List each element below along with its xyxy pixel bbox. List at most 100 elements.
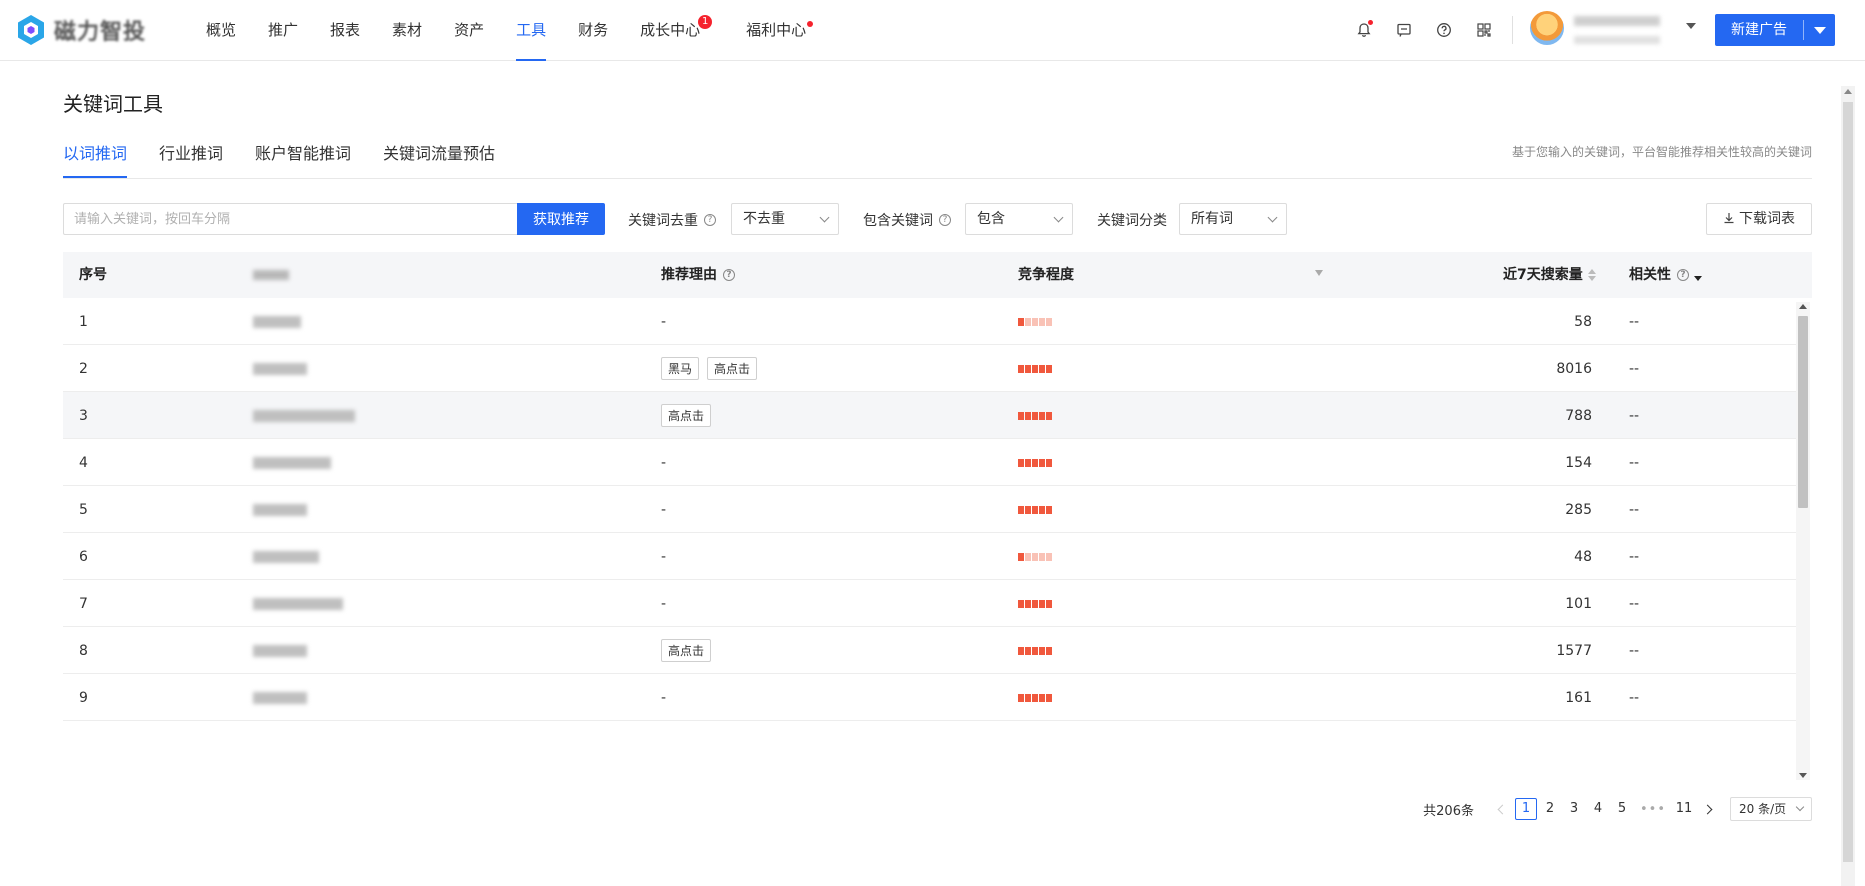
cell-volume: 8016 xyxy=(1556,360,1592,377)
table-row[interactable]: 2 黑马 高点击 8016 -- xyxy=(63,345,1796,392)
keyword-category-select[interactable]: 所有词 xyxy=(1179,203,1287,235)
get-recommendations-button[interactable]: 获取推荐 xyxy=(517,203,605,235)
nav-item-4[interactable]: 资产 xyxy=(454,0,484,61)
message-icon[interactable] xyxy=(1392,18,1416,42)
page-ellipsis[interactable]: ••• xyxy=(1640,802,1666,817)
header-divider xyxy=(1512,16,1513,44)
page-size-select[interactable]: 20 条/页 xyxy=(1730,797,1812,821)
competition-filter-icon[interactable] xyxy=(1315,270,1323,276)
download-icon xyxy=(1724,213,1734,224)
col-volume[interactable]: 近7天搜索量 xyxy=(1503,252,1596,298)
cell-volume: 788 xyxy=(1565,407,1592,424)
cell-reason: - xyxy=(661,501,667,518)
tab-0[interactable]: 以词推词 xyxy=(63,140,128,178)
competition-level-bar xyxy=(1018,505,1053,514)
table-scroll-thumb[interactable] xyxy=(1798,316,1808,508)
cell-index: 5 xyxy=(79,501,88,518)
table-row[interactable]: 1 - 58 -- xyxy=(63,298,1796,345)
new-ad-button[interactable]: 新建广告 xyxy=(1715,14,1835,46)
page-number[interactable]: 3 xyxy=(1563,798,1585,820)
col-relevance[interactable]: 相关性? xyxy=(1629,252,1702,298)
total-count: 共206条 xyxy=(1423,803,1474,819)
cell-relevance: -- xyxy=(1629,548,1640,565)
page-scrollbar[interactable] xyxy=(1841,86,1855,886)
cell-competition xyxy=(1018,486,1053,533)
nav-item-label: 财务 xyxy=(578,21,609,39)
cell-competition xyxy=(1018,392,1053,439)
page-title: 关键词工具 xyxy=(63,92,163,116)
tab-1[interactable]: 行业推词 xyxy=(159,140,223,178)
scroll-up-icon[interactable] xyxy=(1799,304,1807,309)
nav-item-5[interactable]: 工具 xyxy=(516,0,547,61)
keyword-redacted xyxy=(253,409,355,422)
cell-index: 9 xyxy=(79,689,88,706)
cell-index: 1 xyxy=(79,313,88,330)
reason-tag: 高点击 xyxy=(661,639,712,662)
nav-item-2[interactable]: 报表 xyxy=(330,0,360,61)
include-help-icon[interactable]: ? xyxy=(939,214,951,226)
nav-item-6[interactable]: 财务 xyxy=(578,0,608,61)
nav-item-7[interactable]: 成长中心 1 xyxy=(640,0,713,61)
cell-keyword-redacted xyxy=(253,627,307,674)
page-number[interactable]: 5 xyxy=(1611,798,1633,820)
cell-volume: 58 xyxy=(1574,313,1592,330)
scroll-down-icon[interactable] xyxy=(1799,773,1807,778)
notification-dot xyxy=(1368,20,1373,25)
table-row[interactable]: 7 - 101 -- xyxy=(63,580,1796,627)
nav-item-3[interactable]: 素材 xyxy=(392,0,422,61)
download-wordlist-button[interactable]: 下载词表 xyxy=(1706,203,1812,235)
user-avatar[interactable] xyxy=(1530,11,1564,45)
table-row[interactable]: 5 - 285 -- xyxy=(63,486,1796,533)
reason-tag: 高点击 xyxy=(661,404,712,427)
nav-item-1[interactable]: 推广 xyxy=(268,0,298,61)
next-page-icon[interactable] xyxy=(1696,798,1718,820)
relevance-sort-icon[interactable] xyxy=(1694,269,1702,281)
page-number[interactable]: 4 xyxy=(1587,798,1609,820)
dedupe-help-icon[interactable]: ? xyxy=(704,214,716,226)
cell-reason: - xyxy=(661,595,667,612)
table-row[interactable]: 4 - 154 -- xyxy=(63,439,1796,486)
new-ad-label[interactable]: 新建广告 xyxy=(1715,14,1803,46)
cell-index: 7 xyxy=(79,595,88,612)
page-number[interactable]: 1 xyxy=(1514,798,1537,820)
prev-page-icon[interactable] xyxy=(1492,798,1514,820)
apps-icon[interactable] xyxy=(1472,18,1496,42)
nav-item-0[interactable]: 概览 xyxy=(206,0,236,61)
competition-level-bar xyxy=(1018,599,1053,608)
cell-keyword-redacted xyxy=(253,533,319,580)
relevance-help-icon[interactable]: ? xyxy=(1677,269,1689,281)
table-row[interactable]: 9 - 161 -- xyxy=(63,674,1796,721)
nav-item-8[interactable]: 福利中心 xyxy=(746,0,814,61)
new-ad-dropdown-icon[interactable] xyxy=(1804,14,1835,46)
help-icon[interactable] xyxy=(1432,18,1456,42)
reason-help-icon[interactable]: ? xyxy=(723,269,735,281)
user-menu-caret-icon[interactable] xyxy=(1686,23,1696,29)
table-row[interactable]: 8 高点击 1577 -- xyxy=(63,627,1796,674)
page-scroll-up-icon[interactable] xyxy=(1844,89,1852,94)
bell-icon[interactable] xyxy=(1352,18,1376,42)
keyword-search-input[interactable] xyxy=(63,203,517,235)
tab-3[interactable]: 关键词流量预估 xyxy=(383,140,495,178)
table-row[interactable]: 3 高点击 788 -- xyxy=(63,392,1796,439)
cell-volume: 161 xyxy=(1565,689,1592,706)
competition-level-bar xyxy=(1018,364,1053,373)
page-scroll-thumb[interactable] xyxy=(1843,102,1853,862)
include-keyword-select[interactable]: 包含 xyxy=(965,203,1073,235)
nav-count-badge: 1 xyxy=(698,15,713,29)
tab-2[interactable]: 账户智能推词 xyxy=(255,140,351,178)
cell-competition xyxy=(1018,439,1053,486)
table-scrollbar[interactable] xyxy=(1796,302,1810,780)
page-last[interactable]: 11 xyxy=(1673,798,1695,820)
keyword-redacted xyxy=(253,503,307,516)
volume-sort-icon[interactable] xyxy=(1587,269,1596,281)
nav-item-label: 推广 xyxy=(268,21,299,39)
page-number[interactable]: 2 xyxy=(1539,798,1561,820)
table-row[interactable]: 6 - 48 -- xyxy=(63,533,1796,580)
reason-tag: 高点击 xyxy=(707,357,758,380)
dedupe-select[interactable]: 不去重 xyxy=(731,203,839,235)
cell-keyword-redacted xyxy=(253,439,331,486)
competition-level-bar xyxy=(1018,317,1053,326)
brand-logo[interactable]: 磁力智投 xyxy=(14,12,154,48)
table-header: 序号 推荐理由? 竞争程度 近7天搜索量 相关性? xyxy=(63,252,1812,298)
cell-volume: 1577 xyxy=(1556,642,1592,659)
